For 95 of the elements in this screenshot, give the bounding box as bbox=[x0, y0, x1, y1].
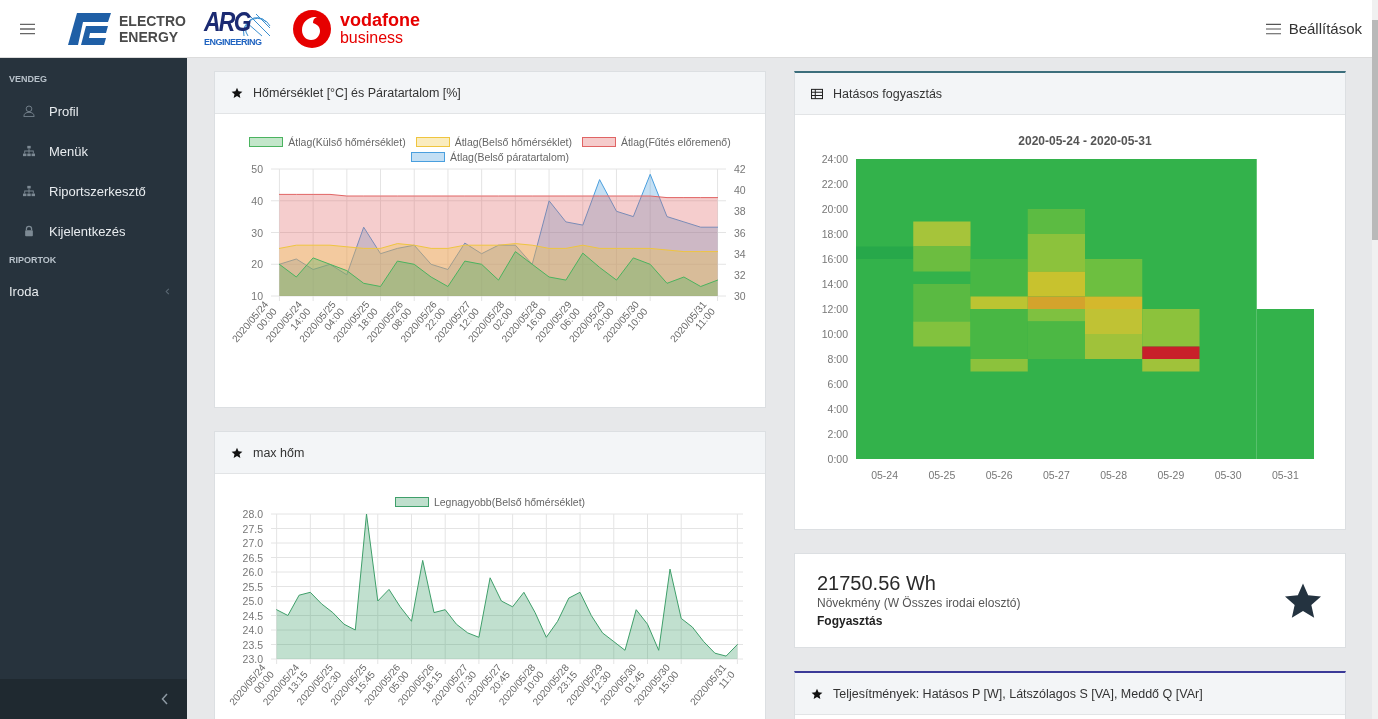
star-icon bbox=[811, 687, 823, 700]
axis-label: 22:00 bbox=[821, 178, 848, 190]
axis-label: 16:00 bbox=[821, 253, 848, 265]
axis-label: 24:00 bbox=[821, 153, 848, 165]
axis-label: 50 bbox=[251, 163, 263, 175]
heatmap-cell bbox=[1085, 309, 1143, 334]
heatmap-cell bbox=[913, 246, 971, 272]
sidebar-item[interactable]: Profil bbox=[0, 91, 187, 131]
axis-label: 05-28 bbox=[1100, 469, 1128, 481]
person-icon bbox=[23, 105, 35, 117]
axis-label: 8:00 bbox=[827, 353, 848, 365]
axis-label: 14:00 bbox=[821, 278, 848, 290]
menu-icon bbox=[1265, 22, 1281, 35]
axis-label: 40 bbox=[734, 184, 746, 197]
sidebar-item[interactable]: Iroda bbox=[0, 272, 187, 310]
sidebar-section-title: RIPORTOK bbox=[8, 254, 58, 267]
card-title: Hatásos fogyasztás bbox=[833, 86, 943, 101]
sidebar-section-title: VENDEG bbox=[8, 73, 48, 86]
sitemap-icon bbox=[23, 185, 35, 197]
axis-label: 25.0 bbox=[242, 595, 263, 607]
axis-label: 4:00 bbox=[827, 403, 848, 415]
heatmap-cell bbox=[1142, 359, 1200, 372]
kpi-label: Fogyasztás bbox=[817, 613, 884, 630]
axis-label: 27.0 bbox=[242, 537, 263, 549]
card-title: max hőm bbox=[253, 445, 305, 460]
lock-icon bbox=[23, 225, 35, 237]
axis-label: 34 bbox=[734, 247, 746, 260]
axis-label: 05-27 bbox=[1042, 469, 1070, 481]
heatmap-cell bbox=[913, 321, 971, 347]
axis-label: 18:00 bbox=[821, 228, 848, 240]
axis-label: 05-25 bbox=[928, 469, 956, 481]
legend-label: Legnagyobb(Belső hőmérséklet) bbox=[433, 496, 586, 508]
axis-label: 32 bbox=[734, 268, 746, 281]
axis-label: 05-29 bbox=[1157, 469, 1185, 481]
axis-label: 42 bbox=[734, 163, 746, 175]
chart-title: 2020-05-24 - 2020-05-31 bbox=[1018, 134, 1152, 148]
axis-label: 27.5 bbox=[242, 522, 263, 535]
axis-label: 28.0 bbox=[242, 508, 263, 520]
scrollbar[interactable] bbox=[1372, 0, 1378, 719]
heatmap-cell bbox=[913, 284, 971, 322]
heatmap-cell bbox=[913, 221, 971, 247]
settings-menu-button[interactable]: Beállítások bbox=[1265, 20, 1366, 37]
axis-label: 23.5 bbox=[242, 638, 263, 651]
axis-label: 05-24 bbox=[871, 469, 899, 481]
axis-label: 10:00 bbox=[821, 328, 848, 340]
heatmap-cell bbox=[970, 359, 1028, 372]
menu-icon[interactable] bbox=[20, 22, 35, 35]
heatmap-cell bbox=[1085, 259, 1143, 297]
axis-label: 30 bbox=[251, 226, 263, 239]
kpi-value: 21750.56 Wh bbox=[817, 571, 937, 595]
axis-label: 2:00 bbox=[827, 428, 848, 440]
axis-label: 26.5 bbox=[242, 551, 263, 564]
sidebar-collapse-button[interactable] bbox=[0, 679, 187, 719]
axis-label: 30 bbox=[734, 290, 746, 302]
axis-label: 12:00 bbox=[821, 303, 848, 315]
sidebar-item[interactable]: Menük bbox=[0, 131, 187, 171]
sidebar-item[interactable]: Kijelentkezés bbox=[0, 211, 187, 251]
kpi-subtitle: Növekmény (W Összes irodai elosztó) bbox=[817, 595, 1022, 612]
axis-label: 05-26 bbox=[985, 469, 1013, 481]
chevron-icon bbox=[161, 693, 169, 705]
card-title: Teljesítmények: Hatásos P [W], Látszólagos S [VA], Meddő Q [VAr] bbox=[833, 686, 1203, 701]
legend-label: Átlag(Külső hőmérséklet) bbox=[288, 136, 406, 148]
sitemap-icon bbox=[23, 145, 35, 157]
heatmap-cell bbox=[1142, 309, 1200, 347]
axis-label: 36 bbox=[734, 226, 746, 239]
axis-label: 0:00 bbox=[827, 453, 848, 465]
star-icon bbox=[231, 446, 243, 459]
heatmap-cell bbox=[1085, 334, 1143, 359]
heatmap-cell bbox=[1027, 309, 1085, 322]
axis-label: 38 bbox=[734, 205, 746, 218]
axis-label: 20 bbox=[251, 258, 263, 271]
axis-label: 6:00 bbox=[827, 378, 848, 390]
heatmap-cell bbox=[1027, 209, 1085, 234]
axis-label: 24.0 bbox=[242, 624, 263, 636]
axis-label: 26.0 bbox=[242, 566, 263, 578]
heatmap-cell bbox=[1027, 321, 1085, 359]
axis-label: 20:00 bbox=[821, 203, 848, 215]
axis-label: 05-30 bbox=[1214, 469, 1242, 481]
axis-label: 40 bbox=[251, 194, 263, 207]
company-logo: ARG ENGINEERING bbox=[203, 7, 278, 50]
card-title: Hőmérséklet [°C] és Páratartalom [%] bbox=[253, 85, 461, 100]
legend-label: Átlag(Belső hőmérséklet) bbox=[454, 136, 572, 148]
table-icon bbox=[811, 87, 823, 100]
company-logo: ELECTRO ENERGY bbox=[67, 10, 186, 47]
axis-label: 25.5 bbox=[242, 580, 263, 593]
axis-label: 24.5 bbox=[242, 609, 263, 622]
company-logo: vodafone business bbox=[291, 8, 420, 49]
sidebar-item[interactable]: Riportszerkesztő bbox=[0, 171, 187, 211]
axis-label: 23.0 bbox=[242, 653, 263, 665]
legend-label: Átlag(Belső páratartalom) bbox=[449, 151, 570, 163]
legend-label: Átlag(Fűtés előremenő) bbox=[620, 136, 731, 148]
star-icon bbox=[231, 86, 243, 99]
axis-label: 10 bbox=[251, 290, 263, 302]
heatmap-cell bbox=[1027, 234, 1085, 272]
axis-label: 05-31 bbox=[1271, 469, 1299, 481]
